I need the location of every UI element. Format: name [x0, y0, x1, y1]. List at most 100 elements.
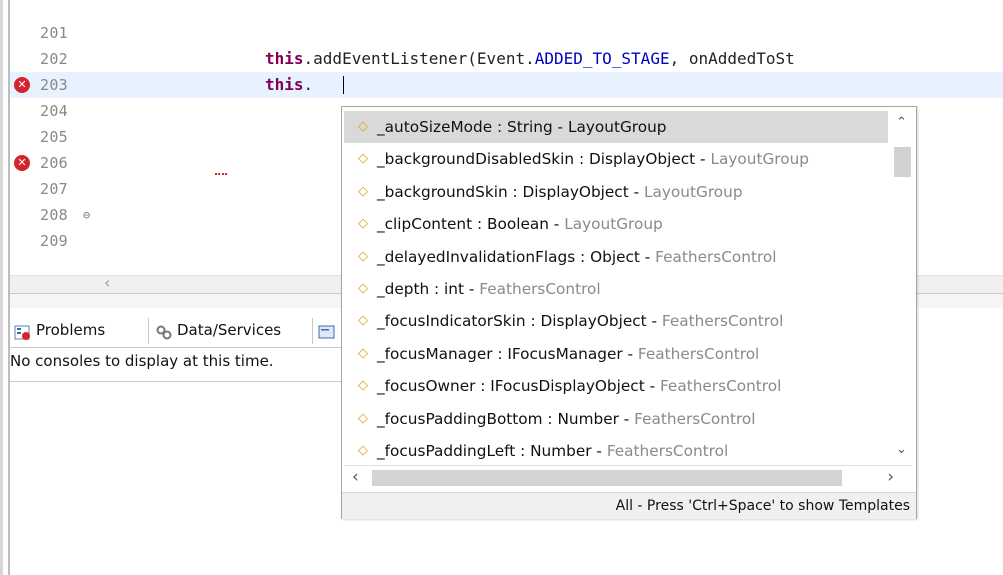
error-marker-icon[interactable]: ✕: [14, 77, 30, 93]
code-token: , onAddedToSt: [669, 49, 795, 68]
content-assist-popup[interactable]: ◇ _autoSizeMode : String - LayoutGroup ◇ _b…: [341, 106, 917, 519]
completion-item[interactable]: ◇ _focusManager : IFocusManager - Feather…: [344, 338, 888, 370]
line-number: 201: [40, 24, 68, 42]
completion-signature: _depth : int: [377, 280, 464, 298]
code-token: this: [265, 49, 304, 68]
code-line[interactable]: 201: [10, 20, 1003, 46]
tab-console[interactable]: [318, 314, 340, 346]
completion-declaring-class: LayoutGroup: [567, 118, 667, 136]
property-icon: ◇: [358, 281, 368, 296]
code-line[interactable]: 202 this.addEventListener(Event.ADDED_TO_…: [10, 46, 1003, 72]
scroll-left-icon[interactable]: ‹: [104, 273, 110, 292]
property-icon: ◇: [358, 345, 368, 361]
tab-problems[interactable]: Problems: [14, 314, 105, 346]
code-token: .: [303, 75, 314, 94]
completion-item[interactable]: ◇ _delayedInvalidationFlags : Object - Fe…: [344, 241, 888, 273]
error-marker-icon[interactable]: ✕: [14, 155, 30, 171]
completion-declaring-class: FeathersControl: [637, 344, 760, 363]
property-icon: ◇: [358, 119, 368, 134]
completion-signature: _delayedInvalidationFlags : Object: [377, 247, 640, 266]
line-number: 206: [40, 154, 68, 172]
completion-signature: _focusManager : IFocusManager: [377, 344, 623, 363]
console-icon: [318, 320, 335, 339]
completion-horizontal-scrollbar[interactable]: ‹ ›: [344, 465, 912, 490]
completion-signature: _focusOwner : IFocusDisplayObject: [377, 377, 645, 396]
completion-item[interactable]: ◇ _focusOwner : IFocusDisplayObject - Fea…: [344, 370, 888, 402]
completion-item[interactable]: ◇ _focusPaddingBottom : Number - Feathers…: [344, 403, 888, 435]
completion-declaring-class: FeathersControl: [606, 442, 729, 460]
completion-signature: _focusPaddingLeft : Number: [377, 442, 592, 460]
completion-item-text: _focusPaddingBottom : Number - FeathersC…: [377, 409, 756, 428]
completion-declaring-class: LayoutGroup: [710, 150, 810, 169]
console-empty-message: No consoles to display at this time.: [10, 352, 274, 370]
completion-item[interactable]: ◇ _clipContent : Boolean - LayoutGroup: [344, 208, 888, 240]
line-number: 207: [40, 180, 68, 198]
code-text: this.: [265, 72, 313, 98]
tab-divider: [148, 318, 149, 344]
code-token: this: [265, 75, 304, 94]
completion-item[interactable]: ◇ _focusIndicatorSkin : DisplayObject - F…: [344, 305, 888, 337]
completion-declaring-class: FeathersControl: [655, 247, 777, 266]
completion-item[interactable]: ◇ _autoSizeMode : String - LayoutGroup: [344, 111, 888, 143]
completion-signature: _clipContent : Boolean: [377, 215, 549, 234]
line-number: 202: [40, 50, 68, 68]
tab-data-services[interactable]: Data/Services: [155, 314, 281, 346]
property-icon: ◇: [358, 410, 368, 426]
property-icon: ◇: [358, 151, 368, 167]
line-number: 203: [40, 76, 68, 94]
completion-signature: _autoSizeMode : String: [377, 118, 553, 136]
chevron-down-icon[interactable]: ⌄: [896, 442, 907, 457]
chevron-right-icon[interactable]: ›: [887, 467, 894, 487]
completion-signature: _backgroundDisabledSkin : DisplayObject: [377, 150, 696, 169]
completion-declaring-class: LayoutGroup: [564, 215, 663, 234]
completion-declaring-class: FeathersControl: [634, 409, 756, 428]
tab-data-services-label: Data/Services: [177, 321, 282, 339]
property-icon: ◇: [358, 183, 368, 199]
completion-item-text: _focusIndicatorSkin : DisplayObject - Fe…: [377, 312, 784, 331]
problems-icon: [14, 320, 31, 340]
property-icon: ◇: [358, 313, 368, 329]
completion-item[interactable]: ◇ _backgroundSkin : DisplayObject - Layou…: [344, 176, 888, 208]
completion-item[interactable]: ◇ _focusPaddingLeft : Number - FeathersCo…: [344, 435, 888, 463]
property-icon: ◇: [358, 378, 368, 394]
completion-list[interactable]: ◇ _autoSizeMode : String - LayoutGroup ◇ _b…: [344, 111, 888, 463]
code-text: {: [265, 228, 352, 254]
completion-item-text: _focusManager : IFocusManager - Feathers…: [377, 344, 760, 363]
tab-divider: [312, 318, 313, 344]
line-number: 209: [40, 232, 68, 250]
completion-item[interactable]: ◇ _depth : int - FeathersControl: [344, 273, 888, 305]
completion-item[interactable]: ◇ _backgroundDisabledSkin : DisplayObject…: [344, 143, 888, 175]
completion-item-text: _autoSizeMode : String - LayoutGroup: [377, 118, 667, 136]
completion-item-text: _delayedInvalidationFlags : Object - Fea…: [377, 247, 777, 266]
code-token: ADDED_TO_STAGE: [534, 49, 670, 68]
gears-icon: [155, 320, 172, 340]
code-token: .addEventListener(Event.: [303, 49, 535, 68]
completion-declaring-class: FeathersControl: [659, 377, 782, 396]
completion-item-text: _depth : int - FeathersControl: [377, 280, 601, 298]
completion-declaring-class: LayoutGroup: [643, 182, 743, 201]
code-line[interactable]: ✕ 203 this.: [10, 72, 1003, 98]
completion-item-text: _clipContent : Boolean - LayoutGroup: [377, 215, 663, 234]
chevron-up-icon[interactable]: ⌃: [896, 115, 907, 130]
line-number: 204: [40, 102, 68, 120]
completion-declaring-class: FeathersControl: [479, 280, 601, 298]
assist-footer-text: All - Press 'Ctrl+Space' to show Templat…: [615, 498, 910, 514]
error-squiggle: [215, 170, 227, 175]
completion-item-text: _focusPaddingLeft : Number - FeathersCon…: [377, 442, 729, 460]
tab-problems-label: Problems: [36, 321, 106, 339]
fold-collapse-icon[interactable]: ⊖: [83, 202, 90, 228]
property-icon: ◇: [358, 216, 368, 232]
completion-item-text: _backgroundSkin : DisplayObject - Layout…: [377, 182, 743, 201]
completion-item-text: _backgroundDisabledSkin : DisplayObject …: [377, 150, 810, 169]
horizontal-scrollbar-thumb[interactable]: [372, 470, 842, 486]
code-text: this.addEventListener(Event.ADDED_TO_STA…: [265, 46, 795, 72]
completion-declaring-class: FeathersControl: [661, 312, 784, 331]
completion-signature: _focusPaddingBottom : Number: [377, 409, 619, 428]
completion-signature: _backgroundSkin : DisplayObject: [377, 182, 629, 201]
completion-item-text: _focusOwner : IFocusDisplayObject - Feat…: [377, 377, 782, 396]
property-icon: ◇: [358, 248, 368, 264]
chevron-left-icon[interactable]: ‹: [352, 467, 359, 487]
completion-vertical-scrollbar[interactable]: ⌃ ⌄: [890, 111, 914, 463]
scrollbar-thumb[interactable]: [894, 147, 911, 177]
assist-status-footer: All - Press 'Ctrl+Space' to show Templat…: [342, 492, 916, 519]
